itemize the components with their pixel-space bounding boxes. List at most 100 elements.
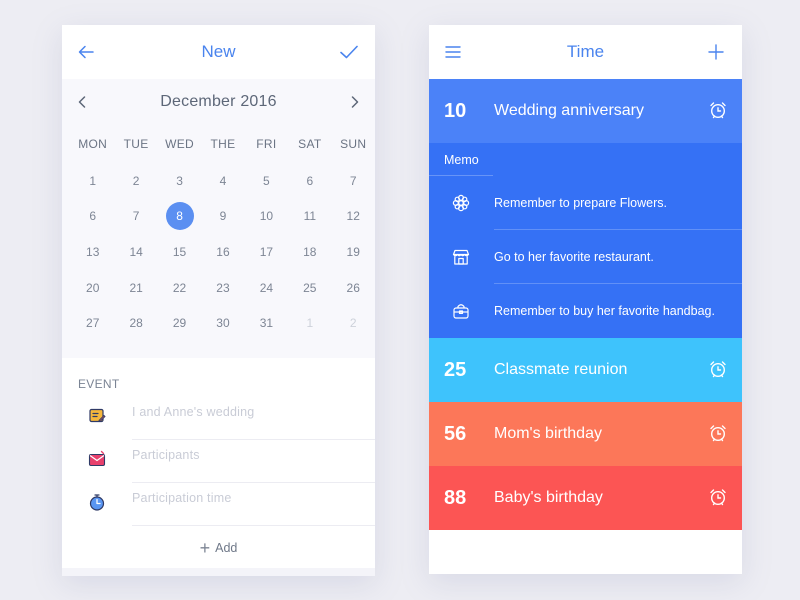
calendar-day-label: 26 (346, 280, 360, 295)
memo-item[interactable]: Remember to prepare Flowers. (429, 176, 742, 230)
participation-time-field[interactable] (132, 491, 367, 505)
calendar-day-label: 4 (219, 173, 227, 188)
calendar-day[interactable]: 7 (332, 163, 375, 199)
calendar-day-label: 22 (172, 280, 187, 295)
hamburger-menu-icon (445, 46, 461, 58)
days-count: 25 (444, 358, 467, 381)
calendar-day[interactable]: 22 (158, 270, 201, 306)
calendar-day[interactable]: 9 (201, 199, 244, 235)
calendar-day[interactable]: 23 (201, 270, 244, 306)
participation-time-row (62, 483, 375, 526)
calendar-day[interactable]: 27 (71, 305, 114, 341)
calendar-day-label: 29 (172, 316, 187, 331)
note-icon (89, 408, 106, 423)
month-title: December 2016 (160, 93, 277, 110)
calendar-day-label: 13 (86, 244, 100, 259)
calendar-day[interactable]: 10 (245, 199, 288, 235)
time-header: Time (429, 25, 742, 79)
back-button[interactable] (64, 25, 108, 79)
calendar-day-label: 7 (132, 209, 140, 224)
event-name-field[interactable] (132, 405, 367, 419)
calendar-day[interactable]: 13 (71, 234, 114, 270)
event-name: Mom's birthday (494, 425, 602, 442)
calendar-day[interactable]: 11 (288, 199, 331, 235)
calendar-day-label: 30 (216, 316, 230, 331)
calendar-day[interactable]: 20 (71, 270, 114, 306)
calendar-day-label: 19 (346, 244, 360, 259)
calendar-day[interactable]: 2 (114, 163, 157, 199)
days-count: 56 (444, 422, 467, 445)
alarm-clock-icon[interactable] (709, 360, 727, 378)
calendar-day[interactable]: 6 (71, 199, 114, 235)
countdown-item[interactable]: 10 Wedding anniversary (429, 79, 742, 143)
calendar-day-label: 17 (259, 244, 274, 259)
calendar-day[interactable]: 14 (114, 234, 157, 270)
calendar-day[interactable]: 1 (71, 163, 114, 199)
new-event-panel: New December 2016 MON TUE WED THE FRI SA… (62, 25, 375, 576)
calendar-day-label: 1 (306, 316, 314, 331)
calendar-day-label: 11 (303, 209, 317, 224)
plus-icon (708, 44, 724, 60)
checkmark-icon (340, 45, 358, 59)
alarm-clock-icon[interactable] (709, 424, 727, 442)
calendar-grid: 1 2 3 4 5 6 7 6 7 8 9 10 11 12 13 14 15 16 17 18 19 20 21 22 23 2… (62, 163, 375, 341)
chevron-right-icon (351, 96, 359, 108)
calendar-day[interactable]: 4 (201, 163, 244, 199)
calendar-day-label: 5 (263, 173, 270, 188)
calendar-day[interactable]: 24 (245, 270, 288, 306)
calendar-day-label: 23 (216, 280, 230, 295)
calendar-day[interactable]: 12 (332, 199, 375, 235)
chevron-left-icon (78, 96, 86, 108)
calendar-day[interactable]: 1 (288, 305, 331, 341)
next-month-button[interactable] (340, 79, 370, 125)
calendar-day[interactable]: 16 (201, 234, 244, 270)
calendar-day[interactable]: 15 (158, 234, 201, 270)
calendar-day-selected[interactable]: 8 (158, 199, 201, 235)
calendar-week: 27 28 29 30 31 1 2 (71, 305, 375, 341)
calendar-day[interactable]: 6 (288, 163, 331, 199)
confirm-button[interactable] (327, 25, 371, 79)
menu-button[interactable] (431, 25, 475, 79)
previous-month-button[interactable] (67, 79, 97, 125)
time-panel: Time 10 Wedding anniversary Memo Remembe… (429, 25, 742, 574)
alarm-clock-icon[interactable] (709, 488, 727, 506)
calendar-day[interactable]: 19 (332, 234, 375, 270)
calendar-day-label: 1 (89, 173, 97, 188)
calendar-week: 13 14 15 16 17 18 19 (71, 234, 375, 270)
calendar-day[interactable]: 2 (332, 305, 375, 341)
countdown-item[interactable]: 25 Classmate reunion (429, 338, 742, 402)
calendar-day[interactable]: 28 (114, 305, 157, 341)
weekday-header: MON TUE WED THE FRI SAT SUN (62, 125, 375, 163)
memo-text: Remember to prepare Flowers. (494, 196, 667, 210)
add-event-button[interactable] (694, 25, 738, 79)
memo-item[interactable]: Go to her favorite restaurant. (429, 230, 742, 284)
weekday-label: FRI (256, 137, 277, 151)
weekday-label: TUE (123, 137, 149, 151)
calendar-day[interactable]: 29 (158, 305, 201, 341)
calendar-day[interactable]: 5 (245, 163, 288, 199)
calendar-day[interactable]: 7 (114, 199, 157, 235)
memo-label: Memo (444, 153, 479, 167)
calendar-day[interactable]: 26 (332, 270, 375, 306)
month-bar: December 2016 (62, 79, 375, 125)
handbag-icon (453, 304, 469, 319)
calendar-day[interactable]: 3 (158, 163, 201, 199)
calendar-day[interactable]: 21 (114, 270, 157, 306)
calendar-week: 20 21 22 23 24 25 26 (71, 270, 375, 306)
calendar-day[interactable]: 17 (245, 234, 288, 270)
event-name: Baby's birthday (494, 489, 603, 506)
countdown-item[interactable]: 88 Baby's birthday (429, 466, 742, 530)
calendar: December 2016 MON TUE WED THE FRI SAT SU… (62, 79, 375, 358)
memo-header: Memo (429, 143, 742, 176)
calendar-day[interactable]: 25 (288, 270, 331, 306)
calendar-day[interactable]: 30 (201, 305, 244, 341)
calendar-day[interactable]: 31 (245, 305, 288, 341)
calendar-day-label: 24 (259, 280, 274, 295)
calendar-day-label: 10 (259, 209, 274, 224)
countdown-item[interactable]: 56 Mom's birthday (429, 402, 742, 466)
memo-item[interactable]: Remember to buy her favorite handbag. (429, 284, 742, 338)
participants-field[interactable] (132, 448, 367, 462)
add-button[interactable]: + Add (62, 526, 375, 570)
alarm-clock-icon[interactable] (709, 101, 727, 119)
calendar-day[interactable]: 18 (288, 234, 331, 270)
